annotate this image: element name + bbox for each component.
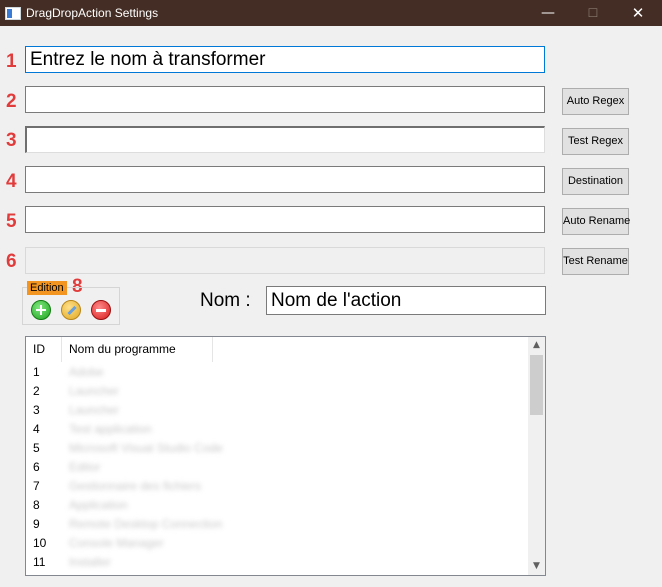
annotation-4: 4 <box>6 171 17 192</box>
list-item-name: Remote Desktop Connection <box>69 517 223 531</box>
list-item-name: Adobe <box>69 365 104 379</box>
list-item-id: 10 <box>33 536 47 550</box>
list-item[interactable]: 5 Microsoft Visual Studio Code <box>26 438 529 457</box>
list-item-id: 1 <box>33 365 40 379</box>
list-item-id: 8 <box>33 498 40 512</box>
list-item-name: Launcher <box>69 384 120 398</box>
list-item[interactable]: 7 Gestionnaire des fichiers <box>26 476 529 495</box>
column-header-id[interactable]: ID <box>26 337 62 362</box>
add-icon[interactable] <box>31 300 51 320</box>
name-to-transform-input[interactable] <box>26 47 544 72</box>
list-item-id: 11 <box>33 555 46 569</box>
list-item[interactable]: 9 Remote Desktop Connection <box>26 514 529 533</box>
list-item[interactable]: 10 Console Manager <box>26 533 529 552</box>
scroll-up-icon[interactable]: ▲ <box>528 337 545 354</box>
test-regex-input[interactable] <box>27 128 544 152</box>
annotation-5: 5 <box>6 211 17 232</box>
destination-field[interactable] <box>25 166 545 193</box>
test-regex-button[interactable]: Test Regex <box>562 128 629 155</box>
destination-input[interactable] <box>26 167 544 192</box>
title-bar: DragDropAction Settings — ☐ ✕ <box>0 0 662 26</box>
list-item[interactable]: 3 Launcher <box>26 400 529 419</box>
auto-rename-button[interactable]: Auto Rename <box>562 208 630 235</box>
list-rows: 1 Adobe 2 Launcher 3 Launcher 4 Test applicatio… <box>26 362 529 571</box>
annotation-2: 2 <box>6 91 17 112</box>
annotation-6: 6 <box>6 251 17 272</box>
minimize-button[interactable]: — <box>525 0 571 26</box>
list-item-id: 6 <box>33 460 40 474</box>
program-list[interactable]: ID Nom du programme 1 Adobe 2 Launcher 3 Laun… <box>25 336 546 576</box>
destination-button[interactable]: Destination <box>562 168 629 195</box>
app-icon <box>5 7 21 20</box>
list-item-id: 2 <box>33 384 40 398</box>
window-title: DragDropAction Settings <box>26 6 159 20</box>
list-item-name: Gestionnaire des fichiers <box>69 479 202 493</box>
scroll-thumb[interactable] <box>530 355 543 415</box>
list-item-name: Test application <box>69 422 152 436</box>
column-header-program-name[interactable]: Nom du programme <box>62 337 213 362</box>
test-regex-field[interactable] <box>25 126 545 153</box>
name-to-transform-field[interactable] <box>25 46 545 73</box>
list-item[interactable]: 11 Installer <box>26 552 529 571</box>
list-item[interactable]: 2 Launcher <box>26 381 529 400</box>
rename-input[interactable] <box>26 207 544 232</box>
list-item[interactable]: 1 Adobe <box>26 362 529 381</box>
list-item-id: 7 <box>33 479 40 493</box>
test-rename-button[interactable]: Test Rename <box>562 248 629 275</box>
action-name-field[interactable] <box>266 286 546 315</box>
list-header: ID Nom du programme <box>26 337 529 362</box>
list-item-name: Console Manager <box>69 536 164 550</box>
annotation-1: 1 <box>6 51 17 72</box>
scroll-down-icon[interactable]: ▼ <box>528 558 545 575</box>
vertical-scrollbar[interactable]: ▲ ▼ <box>528 337 545 575</box>
nom-label: Nom : <box>200 290 251 311</box>
list-item-name: Launcher <box>69 403 120 417</box>
list-item-id: 3 <box>33 403 40 417</box>
list-item-name: Microsoft Visual Studio Code <box>69 441 223 455</box>
list-item-id: 4 <box>33 422 40 436</box>
test-rename-output-input <box>26 248 544 273</box>
regex-input[interactable] <box>26 87 544 112</box>
list-item-id: 5 <box>33 441 40 455</box>
list-item[interactable]: 4 Test application <box>26 419 529 438</box>
list-item[interactable]: 6 Editor <box>26 457 529 476</box>
action-name-input[interactable] <box>267 287 545 314</box>
auto-regex-button[interactable]: Auto Regex <box>562 88 629 115</box>
edit-icon[interactable] <box>61 300 81 320</box>
remove-icon[interactable] <box>91 300 111 320</box>
annotation-3: 3 <box>6 130 17 151</box>
list-item-name: Application <box>69 498 128 512</box>
edition-label: Edition <box>27 281 67 295</box>
close-button[interactable]: ✕ <box>615 0 661 26</box>
test-rename-output <box>25 247 545 274</box>
rename-field[interactable] <box>25 206 545 233</box>
regex-field[interactable] <box>25 86 545 113</box>
maximize-button[interactable]: ☐ <box>570 0 616 26</box>
list-item-name: Installer <box>69 555 112 569</box>
list-item[interactable]: 8 Application <box>26 495 529 514</box>
list-item-name: Editor <box>69 460 101 474</box>
list-item-id: 9 <box>33 517 40 531</box>
